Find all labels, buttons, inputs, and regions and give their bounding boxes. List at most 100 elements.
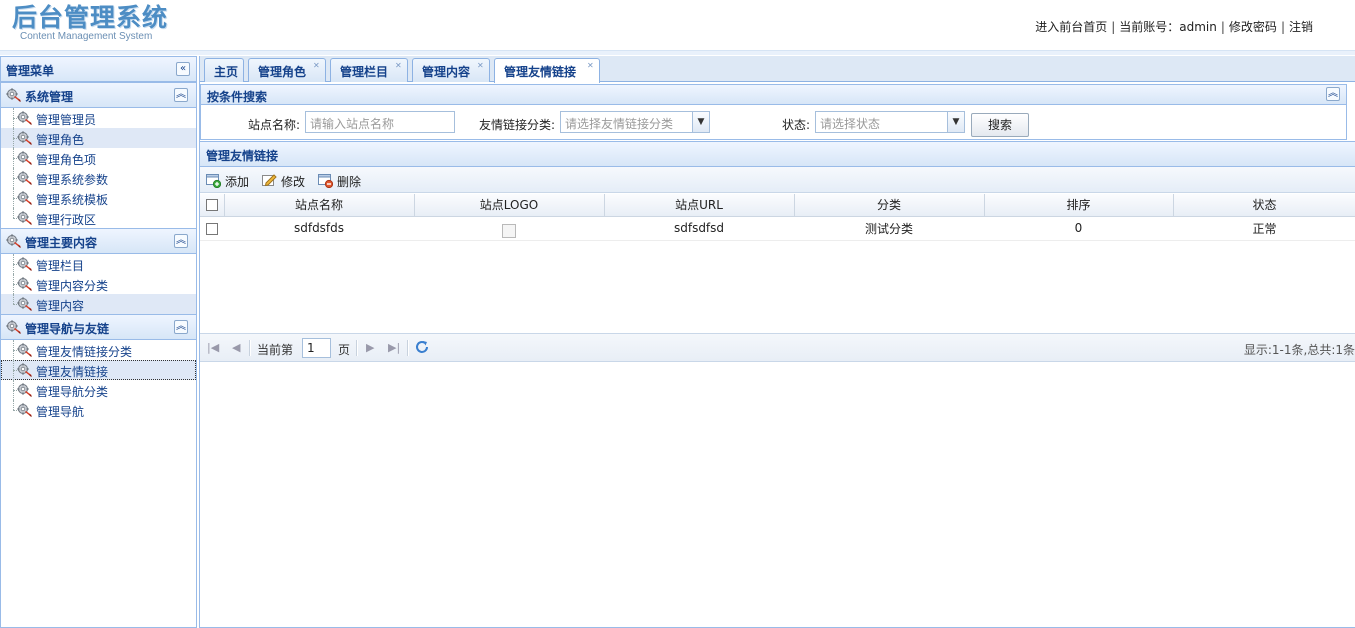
column-header[interactable]: 站点LOGO xyxy=(414,194,605,217)
site-name-input[interactable]: 请输入站点名称 xyxy=(305,111,455,133)
accordion-section-body: 管理管理员 管理角色管理角色项 管理系统参数 管理系统模板管理行政区 xyxy=(1,108,196,228)
next-page-icon[interactable]: ▶ xyxy=(366,341,374,354)
sidebar-item[interactable]: 管理栏目 xyxy=(1,254,196,274)
tab[interactable]: 管理栏目 ✕ xyxy=(330,58,408,82)
tab[interactable]: 管理友情链接 ✕ xyxy=(494,58,600,83)
gear-icon xyxy=(6,88,21,102)
category-label: 友情链接分类: xyxy=(479,118,556,132)
center-panel: 主页 管理角色 ✕ 管理栏目 ✕ 管理内容 ✕ 管理友情链接 ✕ 按条件搜索 ︽ 站点名称: 请… xyxy=(199,56,1355,628)
sidebar-item[interactable]: 管理角色 xyxy=(1,128,196,148)
divider xyxy=(249,340,251,356)
add-button[interactable]: 添加 xyxy=(205,172,251,189)
chevron-down-icon[interactable]: ▼ xyxy=(692,112,709,132)
sidebar-item[interactable]: 管理友情链接分类 xyxy=(1,340,196,360)
divider xyxy=(356,340,358,356)
table-row[interactable]: sdfdsfds sdfsdfsd 测试分类 0 正常 xyxy=(200,216,1355,241)
table-header-row: 站点名称 站点LOGO 站点URL 分类 排序 状态 xyxy=(200,194,1355,217)
close-icon[interactable]: ✕ xyxy=(395,61,402,70)
last-page-icon[interactable]: ▶| xyxy=(388,341,400,354)
accordion-section-title: 管理主要内容 xyxy=(25,236,98,250)
broken-image-icon xyxy=(502,223,516,238)
edit-button[interactable]: 修改 xyxy=(261,172,307,189)
accordion-section-body: 管理栏目 管理内容分类 管理内容 xyxy=(1,254,196,314)
status-cell: 正常 xyxy=(1173,216,1355,241)
close-icon[interactable]: ✕ xyxy=(313,61,320,70)
change-password-link[interactable]: 修改密码 xyxy=(1229,20,1277,34)
grid-panel-title: 管理友情链接 xyxy=(206,149,279,163)
column-header[interactable]: 状态 xyxy=(1173,194,1355,217)
accordion-section-header[interactable]: 系统管理 ︽ xyxy=(1,82,196,108)
column-header[interactable]: 站点URL xyxy=(604,194,795,217)
separator: | xyxy=(1220,20,1225,34)
tab-label: 管理角色 xyxy=(258,65,307,79)
gear-icon xyxy=(17,403,32,417)
gear-icon xyxy=(17,383,32,397)
delete-icon xyxy=(318,174,333,188)
column-header[interactable]: 站点名称 xyxy=(224,194,415,217)
gear-icon xyxy=(17,297,32,311)
account-name: admin xyxy=(1179,20,1217,34)
app-header: 后台管理系统 Content Management System 进入前台首页 |… xyxy=(0,0,1355,50)
top-links: 进入前台首页 | 当前账号：admin | 修改密码 | 注销 xyxy=(1035,18,1313,35)
column-header[interactable]: 排序 xyxy=(984,194,1174,217)
site-name-label: 站点名称: xyxy=(248,118,301,132)
accordion-section-header[interactable]: 管理导航与友链 ︽ xyxy=(1,314,196,340)
frontend-home-link[interactable]: 进入前台首页 xyxy=(1035,20,1107,34)
tab-label: 管理友情链接 xyxy=(504,65,577,79)
first-page-icon[interactable]: |◀ xyxy=(207,341,219,354)
collapse-left-icon[interactable]: « xyxy=(176,62,190,76)
delete-button[interactable]: 删除 xyxy=(317,172,363,189)
sidebar-item[interactable]: 管理导航 xyxy=(1,400,196,420)
status-select[interactable]: 请选择状态 ▼ xyxy=(815,111,965,133)
close-icon[interactable]: ✕ xyxy=(587,61,594,70)
add-icon xyxy=(206,174,221,188)
collapse-up-icon[interactable]: ︽ xyxy=(1326,87,1340,101)
sidebar-item[interactable]: 管理内容分类 xyxy=(1,274,196,294)
tab[interactable]: 管理角色 ✕ xyxy=(248,58,326,82)
order-cell: 0 xyxy=(984,216,1173,241)
sidebar-item[interactable]: 管理友情链接 xyxy=(1,360,196,380)
friend-link-table: 站点名称 站点LOGO 站点URL 分类 排序 状态 sdfdsfds sdfs… xyxy=(200,194,1355,241)
refresh-icon[interactable] xyxy=(414,339,430,355)
edit-icon xyxy=(262,174,277,187)
sidebar-item-label: 管理行政区 xyxy=(36,213,97,227)
category-select[interactable]: 请选择友情链接分类 ▼ xyxy=(560,111,710,133)
prev-page-icon[interactable]: ◀ xyxy=(232,341,240,354)
sidebar-item[interactable]: 管理角色项 xyxy=(1,148,196,168)
status-label: 状态: xyxy=(782,118,811,132)
sidebar-item[interactable]: 管理系统参数 xyxy=(1,168,196,188)
site-logo-cell xyxy=(414,216,604,241)
logout-link[interactable]: 注销 xyxy=(1289,20,1313,34)
sidebar-item-label: 管理栏目 xyxy=(36,259,85,273)
row-checkbox[interactable] xyxy=(206,222,218,235)
collapse-up-icon[interactable]: ︽ xyxy=(174,234,188,248)
category-select-placeholder: 请选择友情链接分类 xyxy=(565,117,674,131)
sidebar-item[interactable]: 管理导航分类 xyxy=(1,380,196,400)
tab-label: 管理栏目 xyxy=(340,65,389,79)
separator: | xyxy=(1280,20,1285,34)
sidebar-item-label: 管理管理员 xyxy=(36,113,97,127)
sidebar-item[interactable]: 管理内容 xyxy=(1,294,196,314)
sidebar-item[interactable]: 管理行政区 xyxy=(1,208,196,228)
tab[interactable]: 主页 xyxy=(204,58,244,82)
column-header[interactable]: 分类 xyxy=(794,194,985,217)
menu-accordion: 系统管理 ︽ 管理管理员 管理角色 管理角色项 管理系统参数 管理系统模板 管理行政区 管理主要… xyxy=(1,82,196,420)
gear-icon xyxy=(17,343,32,357)
search-button[interactable]: 搜索 xyxy=(971,113,1029,137)
row-select-cell xyxy=(200,216,224,241)
tab[interactable]: 管理内容 ✕ xyxy=(412,58,490,82)
sidebar-item[interactable]: 管理系统模板 xyxy=(1,188,196,208)
chevron-down-icon[interactable]: ▼ xyxy=(947,112,964,132)
search-panel-title: 按条件搜索 xyxy=(207,90,268,104)
sidebar-item[interactable]: 管理管理员 xyxy=(1,108,196,128)
friend-link-grid-panel: 管理友情链接 添加 修改 删除 站点名称 站点LOGO 站点URL 分类 排序 … xyxy=(200,141,1355,362)
collapse-up-icon[interactable]: ︽ xyxy=(174,320,188,334)
category-cell: 测试分类 xyxy=(794,216,984,241)
select-all-checkbox[interactable] xyxy=(205,199,218,212)
accordion-section-header[interactable]: 管理主要内容 ︽ xyxy=(1,228,196,254)
collapse-up-icon[interactable]: ︽ xyxy=(174,88,188,102)
close-icon[interactable]: ✕ xyxy=(477,61,484,70)
delete-label: 删除 xyxy=(337,175,362,189)
page-number-input[interactable]: 1 xyxy=(302,338,331,358)
sidebar-item-label: 管理角色项 xyxy=(36,153,97,167)
